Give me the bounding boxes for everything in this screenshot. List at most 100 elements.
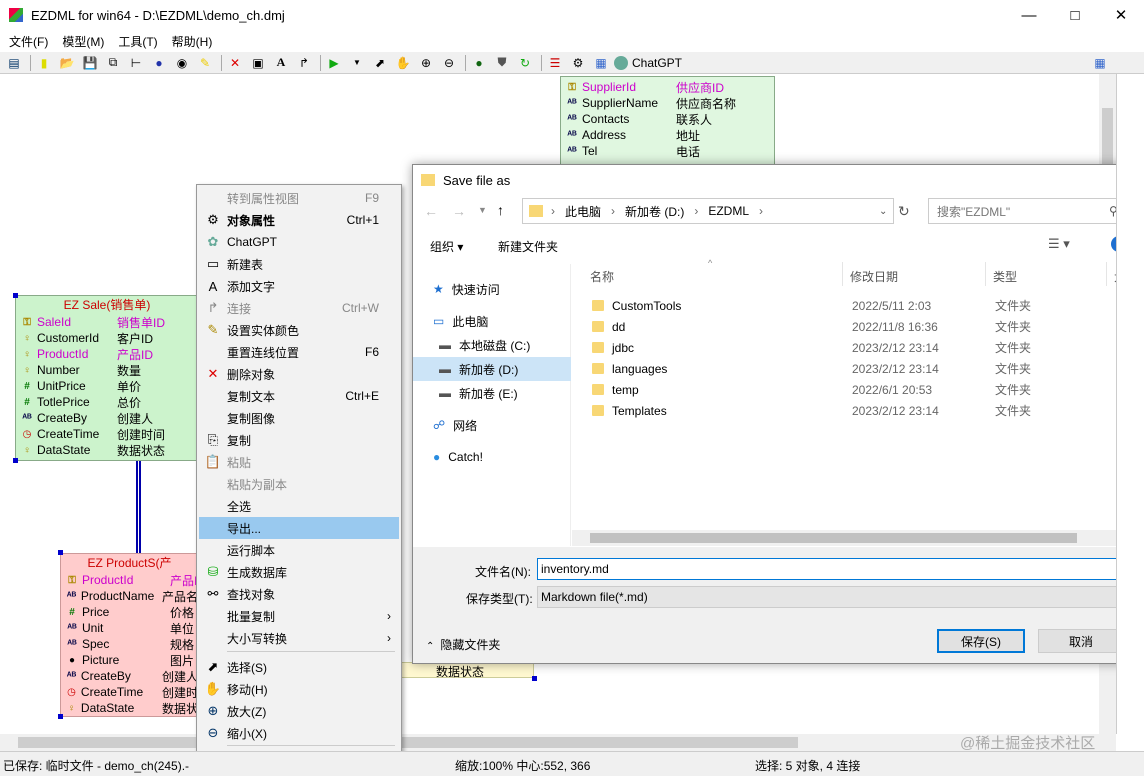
nav-item[interactable]: ▭ 此电脑: [413, 309, 571, 333]
pointer-icon[interactable]: ⬈: [370, 54, 390, 72]
highlight-icon[interactable]: ✎: [195, 54, 215, 72]
entity-field-row[interactable]: ᴬᴮ Spec 规格: [61, 636, 198, 652]
open-folder-icon[interactable]: 📂: [57, 54, 77, 72]
tree-icon[interactable]: ⊢: [126, 54, 146, 72]
script-icon[interactable]: ☰: [545, 54, 565, 72]
entity-product[interactable]: EZ ProductS(产 ⚿ ProductId 产品I ᴬᴮ ProductName…: [60, 553, 199, 717]
hand-icon[interactable]: ✋: [393, 54, 413, 72]
entity-field-row[interactable]: ⚿ SupplierId 供应商ID: [561, 79, 774, 95]
entity-field-row[interactable]: ᴬᴮ CreateBy 创建人: [61, 668, 198, 684]
close-icon[interactable]: ✕: [1098, 0, 1144, 30]
chatgpt-button[interactable]: ChatGPT: [614, 55, 682, 70]
menu-item[interactable]: 转到属性视图 F9: [199, 187, 399, 209]
menu-item[interactable]: 复制图像: [199, 407, 399, 429]
refresh-icon[interactable]: ↻: [515, 54, 535, 72]
file-row[interactable]: temp 2022/6/1 20:53 文件夹: [572, 379, 1117, 400]
back-arrow-icon[interactable]: ←: [424, 203, 438, 219]
database-icon[interactable]: ⛊: [492, 54, 512, 72]
column-type[interactable]: 类型: [993, 268, 1017, 285]
zoom-in-icon[interactable]: ⊕: [416, 54, 436, 72]
breadcrumb-drive-d[interactable]: 新加卷 (D:): [625, 203, 684, 220]
file-row[interactable]: dd 2022/11/8 16:36 文件夹: [572, 316, 1117, 337]
file-row[interactable]: CustomTools 2022/5/11 2:03 文件夹: [572, 295, 1117, 316]
entity-supplier[interactable]: ⚿ SupplierId 供应商ID ᴬᴮ SupplierName 供应商名称 ᴬᴮ Con…: [560, 76, 775, 166]
menu-item[interactable]: ▭ 新建表: [199, 253, 399, 275]
zoom-out-icon[interactable]: ⊖: [439, 54, 459, 72]
entity-field-row[interactable]: ᴬᴮ Contacts 联系人: [561, 111, 774, 127]
menu-item[interactable]: 全选: [199, 495, 399, 517]
find-icon[interactable]: ◉: [172, 54, 192, 72]
eye-icon[interactable]: ●: [469, 54, 489, 72]
nav-item[interactable]: ▬ 新加卷 (E:): [413, 381, 571, 405]
settings-icon[interactable]: ⚙: [568, 54, 588, 72]
menu-item[interactable]: ⛁ 生成数据库: [199, 561, 399, 583]
text-A-icon[interactable]: A: [271, 54, 291, 72]
new-folder-button[interactable]: 新建文件夹: [498, 238, 558, 255]
entity-field-row[interactable]: ⚿ SaleId 销售单ID: [16, 314, 198, 330]
file-list-hscroll-thumb[interactable]: [590, 533, 1077, 543]
entity-field-row[interactable]: ᴬᴮ Unit 单位: [61, 620, 198, 636]
new-file-icon[interactable]: ▮: [34, 54, 54, 72]
entity-field-row[interactable]: ◷ CreateTime 创建时: [61, 684, 198, 700]
entity-field-row[interactable]: # TotlePrice 总价: [16, 394, 198, 410]
save-button[interactable]: 保存(S): [937, 629, 1025, 653]
menu-item[interactable]: 粘贴为副本: [199, 473, 399, 495]
layout-toggle-icon[interactable]: ▦: [1090, 54, 1110, 72]
organize-button[interactable]: 组织 ▾: [430, 238, 463, 255]
entity-field-row[interactable]: ᴬᴮ Address 地址: [561, 127, 774, 143]
menu-item[interactable]: ✿ ChatGPT: [199, 231, 399, 253]
entity-field-row[interactable]: # UnitPrice 单价: [16, 378, 198, 394]
entity-field-row[interactable]: ᴬᴮ SupplierName 供应商名称: [561, 95, 774, 111]
menu-item[interactable]: ✕ 删除对象: [199, 363, 399, 385]
entity-field-row[interactable]: ♀ ProductId 产品ID: [16, 346, 198, 362]
nav-item[interactable]: ▬ 本地磁盘 (C:): [413, 333, 571, 357]
entity-field-row[interactable]: ◷ CreateTime 创建时间: [16, 426, 198, 442]
globe-icon[interactable]: ●: [149, 54, 169, 72]
maximize-icon[interactable]: □: [1052, 0, 1098, 30]
menu-file[interactable]: 文件(F): [2, 33, 55, 50]
menu-item[interactable]: A 添加文字: [199, 275, 399, 297]
nav-item[interactable]: ▬ 新加卷 (D:): [413, 357, 571, 381]
dropdown-icon[interactable]: ▼: [347, 54, 367, 72]
horizontal-scroll-thumb[interactable]: [18, 737, 798, 748]
menu-item[interactable]: ⚯ 查找对象: [199, 583, 399, 605]
column-name[interactable]: 名称: [590, 268, 614, 285]
entity-field-row[interactable]: ♀ DataState 数据状: [61, 700, 198, 716]
relationship-line[interactable]: [136, 461, 141, 553]
address-bar[interactable]: › 此电脑 › 新加卷 (D:) › EZDML › ⌄: [522, 198, 894, 224]
menu-item[interactable]: ⚙ 对象属性 Ctrl+1: [199, 209, 399, 231]
panel-toggle-icon[interactable]: ▤: [4, 54, 24, 72]
menu-model[interactable]: 模型(M): [55, 33, 111, 50]
menu-item[interactable]: 复制文本 Ctrl+E: [199, 385, 399, 407]
forward-arrow-icon[interactable]: →: [452, 203, 466, 219]
menu-item[interactable]: ⊖ 缩小(X): [199, 722, 399, 744]
entity-field-row[interactable]: ♀ CustomerId 客户ID: [16, 330, 198, 346]
entity-field-row[interactable]: ● Picture 图片: [61, 652, 198, 668]
hide-folders-toggle[interactable]: ⌃ 隐藏文件夹: [426, 636, 500, 653]
delete-icon[interactable]: ✕: [225, 54, 245, 72]
nav-item[interactable]: ☍ 网络: [413, 413, 571, 437]
breadcrumb-this-pc[interactable]: 此电脑: [565, 203, 601, 220]
image-icon[interactable]: ▦: [591, 54, 611, 72]
entity-field-row[interactable]: # Price 价格: [61, 604, 198, 620]
menu-item[interactable]: 重置连线位置 F6: [199, 341, 399, 363]
menu-item[interactable]: 导出...: [199, 517, 399, 539]
entity-sale[interactable]: EZ Sale(销售单) ⚿ SaleId 销售单ID ♀ CustomerId 客户ID…: [15, 295, 199, 461]
entity-field-row[interactable]: ♀ DataState 数据状态: [16, 442, 198, 458]
filename-input[interactable]: inventory.md ⌄: [537, 558, 1136, 580]
menu-item[interactable]: 运行脚本: [199, 539, 399, 561]
recent-dropdown-icon[interactable]: ▼: [478, 205, 487, 215]
menu-help[interactable]: 帮助(H): [165, 33, 220, 50]
menu-item[interactable]: ⊕ 放大(Z): [199, 700, 399, 722]
menu-item[interactable]: 批量复制 ›: [199, 605, 399, 627]
view-options-icon[interactable]: ☰ ▾: [1048, 236, 1070, 252]
search-input[interactable]: 搜索"EZDML" ⚲: [928, 198, 1128, 224]
run-icon[interactable]: ▶: [324, 54, 344, 72]
menu-item[interactable]: ✋ 移动(H): [199, 678, 399, 700]
menu-item[interactable]: ⬈ 选择(S): [199, 656, 399, 678]
menu-item[interactable]: ↱ 连接 Ctrl+W: [199, 297, 399, 319]
entity-field-row[interactable]: ᴬᴮ ProductName 产品名: [61, 588, 198, 604]
filetype-select[interactable]: Markdown file(*.md) ⌄: [537, 586, 1136, 608]
cancel-button[interactable]: 取消: [1038, 629, 1124, 653]
menu-item[interactable]: 📋 粘贴: [199, 451, 399, 473]
